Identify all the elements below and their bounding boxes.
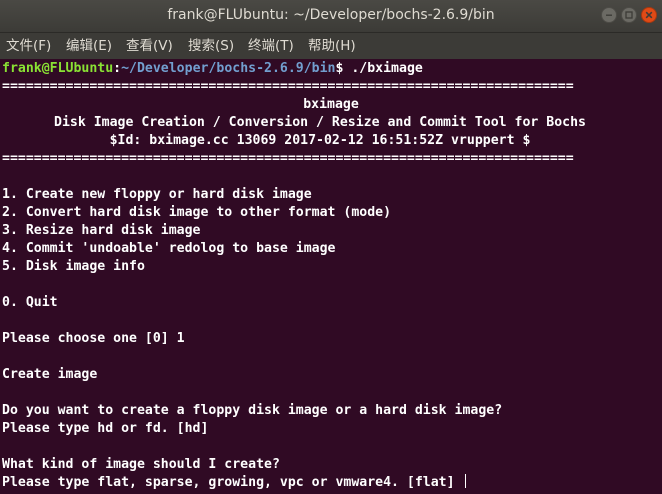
question-disk-type: Do you want to create a floppy disk imag… (2, 403, 503, 418)
header-id: $Id: bximage.cc 13069 2017-02-12 16:51:5… (109, 133, 531, 148)
menu-option: 2. Convert hard disk image to other form… (2, 205, 392, 220)
menu-option: 1. Create new floppy or hard disk image (2, 187, 312, 202)
menu-option: 4. Commit 'undoable' redolog to base ima… (2, 241, 336, 256)
prompt-user: frank@FLUbuntu (2, 61, 114, 76)
menu-edit[interactable]: 编辑(E) (66, 33, 112, 59)
terminal-window: frank@FLUbuntu: ~/Developer/bochs-2.6.9/… (0, 0, 662, 494)
minimize-button[interactable] (601, 7, 617, 23)
question-image-kind-hint: Please type flat, sparse, growing, vpc o… (2, 475, 463, 490)
menu-option: 3. Resize hard disk image (2, 223, 201, 238)
menu-bar: 文件(F) 编辑(E) 查看(V) 搜索(S) 终端(T) 帮助(H) (0, 33, 662, 59)
prompt-separator: : (113, 61, 122, 76)
header-title: bximage (303, 97, 359, 112)
close-button[interactable] (641, 7, 657, 23)
menu-view[interactable]: 查看(V) (126, 33, 173, 59)
question-image-kind: What kind of image should I create? (2, 457, 280, 472)
input-line[interactable]: Please type flat, sparse, growing, vpc o… (2, 474, 466, 492)
create-heading: Create image (2, 367, 98, 382)
close-icon (645, 11, 653, 19)
separator-line-bottom: ========================================… (2, 151, 574, 166)
menu-file[interactable]: 文件(F) (6, 33, 51, 59)
menu-terminal[interactable]: 终端(T) (248, 33, 294, 59)
text-cursor (464, 474, 466, 488)
menu-help[interactable]: 帮助(H) (308, 33, 356, 59)
maximize-icon (625, 11, 633, 19)
scrollbar[interactable] (657, 59, 661, 494)
title-bar[interactable]: frank@FLUbuntu: ~/Developer/bochs-2.6.9/… (0, 0, 662, 33)
prompt-command: $ ./bximage (335, 61, 423, 76)
minimize-icon (606, 14, 612, 16)
menu-option: 5. Disk image info (2, 259, 145, 274)
maximize-button[interactable] (621, 7, 637, 23)
menu-search[interactable]: 搜索(S) (188, 33, 234, 59)
separator-line-top: ========================================… (2, 79, 574, 94)
question-disk-type-hint: Please type hd or fd. [hd] (2, 421, 209, 436)
window-title: frank@FLUbuntu: ~/Developer/bochs-2.6.9/… (167, 7, 495, 23)
choose-prompt: Please choose one [0] 1 (2, 331, 185, 346)
terminal-output[interactable]: frank@FLUbuntu:~/Developer/bochs-2.6.9/b… (0, 59, 662, 494)
quit-option: 0. Quit (2, 295, 58, 310)
prompt-path: ~/Developer/bochs-2.6.9/bin (121, 61, 336, 76)
header-subtitle: Disk Image Creation / Conversion / Resiz… (54, 115, 586, 130)
prompt-line: frank@FLUbuntu:~/Developer/bochs-2.6.9/b… (2, 60, 423, 78)
